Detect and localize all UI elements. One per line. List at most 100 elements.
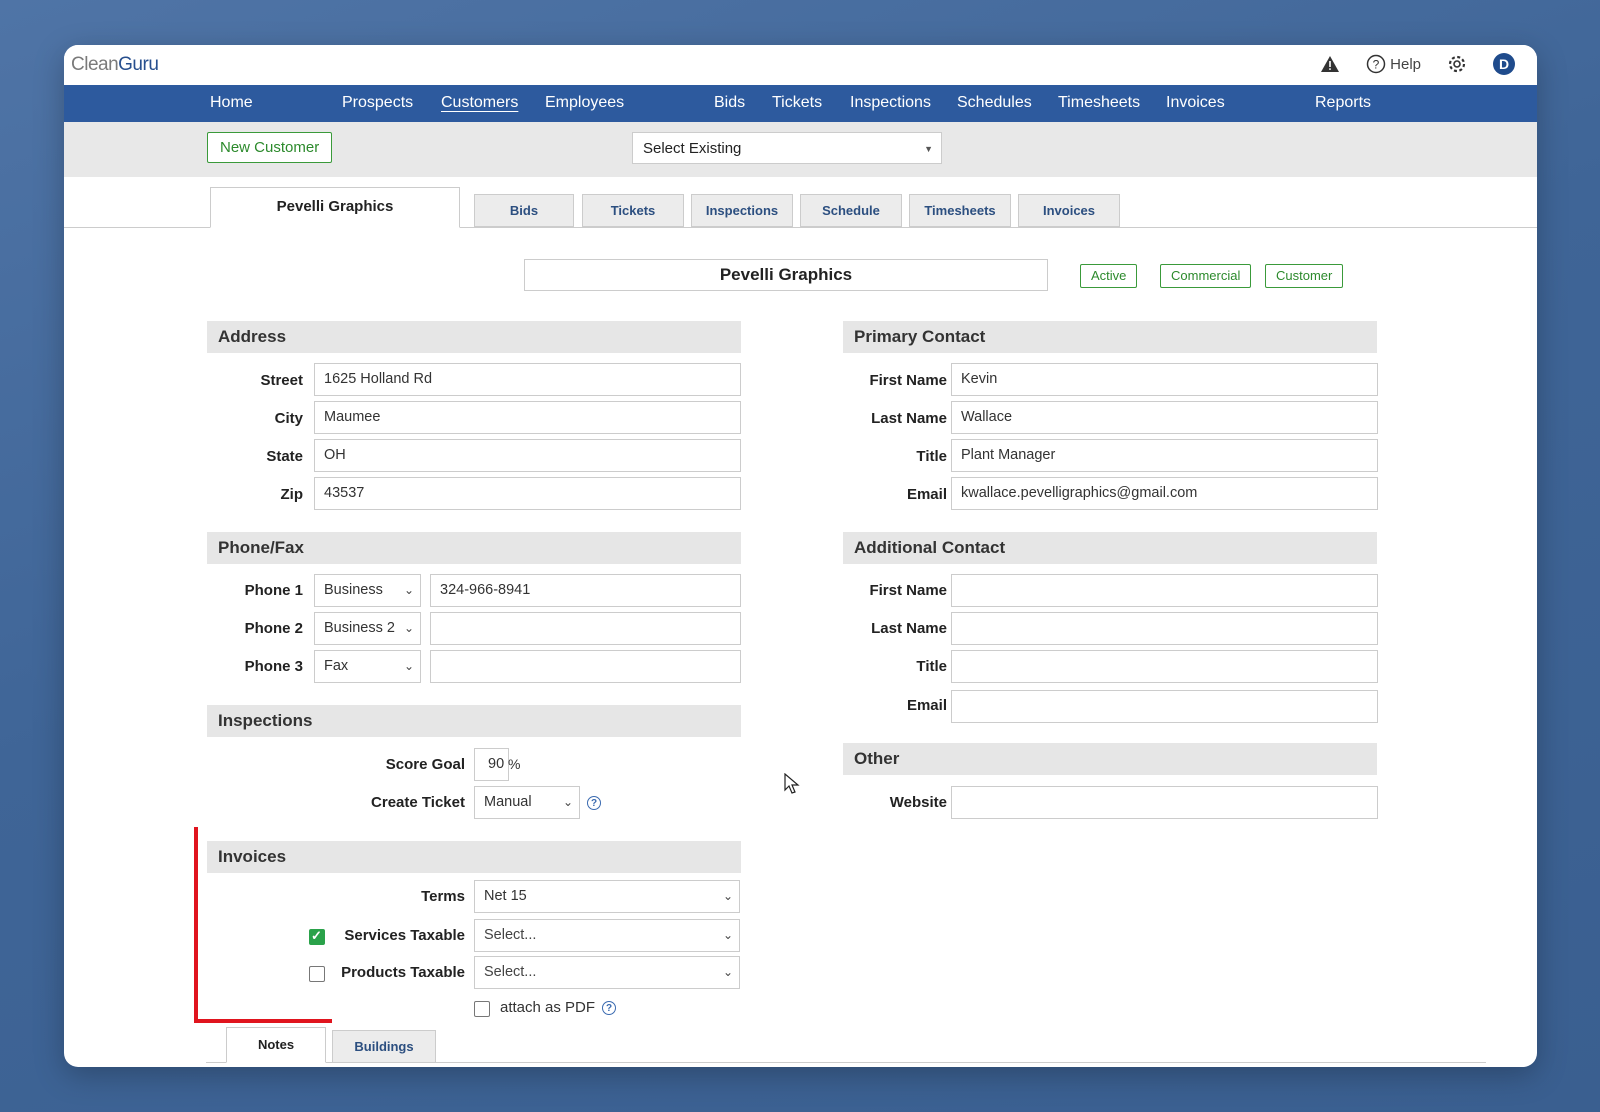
nav-invoices[interactable]: Invoices xyxy=(1166,94,1225,112)
terms-value: Net 15 xyxy=(484,888,527,904)
phone2-type-value: Business 2 xyxy=(324,620,395,636)
mouse-cursor-icon xyxy=(784,772,800,800)
chevron-down-icon: ⌄ xyxy=(403,659,414,673)
phone2-field[interactable] xyxy=(430,612,741,645)
user-avatar[interactable]: D xyxy=(1493,53,1515,75)
phone1-type-select[interactable]: Business ⌄ xyxy=(314,574,421,607)
website-field[interactable] xyxy=(951,786,1378,819)
products-taxable-checkbox[interactable] xyxy=(309,966,325,982)
tab-timesheets[interactable]: Timesheets xyxy=(909,194,1011,227)
other-header: Other xyxy=(843,743,1377,775)
state-field[interactable]: OH xyxy=(314,439,741,472)
additional-title-label: Title xyxy=(916,658,947,675)
app-logo[interactable]: CleanGuru xyxy=(71,54,159,76)
chevron-down-icon: ⌄ xyxy=(722,928,733,942)
additional-first-name-field[interactable] xyxy=(951,574,1378,607)
percent-unit: % xyxy=(508,756,521,772)
nav-reports[interactable]: Reports xyxy=(1315,94,1371,112)
additional-contact-header: Additional Contact xyxy=(843,532,1377,564)
website-label: Website xyxy=(889,794,947,811)
inspections-header: Inspections xyxy=(207,705,741,737)
phone3-field[interactable] xyxy=(430,650,741,683)
phone3-type-select[interactable]: Fax ⌄ xyxy=(314,650,421,683)
phone3-type-value: Fax xyxy=(324,658,349,674)
nav-schedules[interactable]: Schedules xyxy=(957,94,1032,112)
tab-buildings[interactable]: Buildings xyxy=(332,1030,436,1063)
nav-timesheets[interactable]: Timesheets xyxy=(1058,94,1140,112)
nav-tickets[interactable]: Tickets xyxy=(772,94,822,112)
additional-first-name-label: First Name xyxy=(869,582,947,599)
customer-name-field[interactable]: Pevelli Graphics xyxy=(524,259,1048,291)
status-badge-commercial[interactable]: Commercial xyxy=(1160,264,1252,288)
tab-inspections[interactable]: Inspections xyxy=(691,194,793,227)
help-circle-icon[interactable]: ? xyxy=(587,796,601,810)
attach-pdf-checkbox[interactable] xyxy=(474,1001,490,1017)
help-button[interactable]: ? Help xyxy=(1366,54,1421,74)
primary-first-name-field[interactable]: Kevin xyxy=(951,363,1378,396)
alert-icon[interactable] xyxy=(1320,55,1340,73)
nav-prospects[interactable]: Prospects xyxy=(342,94,413,112)
services-taxable-value: Select... xyxy=(484,927,537,943)
score-goal-field[interactable]: 90 xyxy=(474,748,509,781)
chevron-down-icon: ⌄ xyxy=(403,621,414,635)
street-field[interactable]: 1625 Holland Rd xyxy=(314,363,741,396)
primary-last-name-field[interactable]: Wallace xyxy=(951,401,1378,434)
products-taxable-value: Select... xyxy=(484,964,537,980)
primary-email-field[interactable]: kwallace.pevelligraphics@gmail.com xyxy=(951,477,1378,510)
nav-employees[interactable]: Employees xyxy=(545,94,624,112)
phone2-label: Phone 2 xyxy=(244,620,303,637)
invoices-header: Invoices xyxy=(207,841,741,873)
services-taxable-select[interactable]: Select... ⌄ xyxy=(474,919,740,952)
app-window: CleanGuru ? Help D Home Prospects Custom… xyxy=(64,45,1537,1067)
phone3-label: Phone 3 xyxy=(244,658,303,675)
primary-title-field[interactable]: Plant Manager xyxy=(951,439,1378,472)
products-taxable-label: Products Taxable xyxy=(341,964,465,981)
primary-last-name-label: Last Name xyxy=(871,410,947,427)
additional-last-name-label: Last Name xyxy=(871,620,947,637)
create-ticket-value: Manual xyxy=(484,794,532,810)
terms-label: Terms xyxy=(421,888,465,905)
additional-last-name-field[interactable] xyxy=(951,612,1378,645)
chevron-down-icon: ⌄ xyxy=(722,889,733,903)
nav-customers[interactable]: Customers xyxy=(441,94,518,112)
tab-tickets[interactable]: Tickets xyxy=(582,194,684,227)
tab-bids[interactable]: Bids xyxy=(474,194,574,227)
phone1-field[interactable]: 324-966-8941 xyxy=(430,574,741,607)
zip-field[interactable]: 43537 xyxy=(314,477,741,510)
annotation-bracket-vertical xyxy=(194,827,198,1023)
tab-invoices[interactable]: Invoices xyxy=(1018,194,1120,227)
help-circle-icon[interactable]: ? xyxy=(602,1001,616,1015)
phone2-type-select[interactable]: Business 2 ⌄ xyxy=(314,612,421,645)
select-existing-label: Select Existing xyxy=(643,140,742,157)
nav-bids[interactable]: Bids xyxy=(714,94,745,112)
action-bar: New Customer Select Existing ▼ xyxy=(64,122,1537,177)
services-taxable-checkbox[interactable] xyxy=(309,928,325,945)
additional-email-label: Email xyxy=(906,697,947,714)
terms-select[interactable]: Net 15 ⌄ xyxy=(474,880,740,913)
svg-text:?: ? xyxy=(1373,58,1380,72)
caret-down-icon: ▼ xyxy=(924,144,933,154)
nav-inspections[interactable]: Inspections xyxy=(850,94,931,112)
attach-pdf-label: attach as PDF xyxy=(500,999,596,1016)
tab-schedule[interactable]: Schedule xyxy=(800,194,902,227)
new-customer-button[interactable]: New Customer xyxy=(207,132,333,163)
tab-customer-details[interactable]: Pevelli Graphics xyxy=(210,187,460,228)
additional-title-field[interactable] xyxy=(951,650,1378,683)
chevron-down-icon: ⌄ xyxy=(562,795,573,809)
main-nav: Home Prospects Customers Employees Bids … xyxy=(64,85,1537,122)
select-existing-dropdown[interactable]: Select Existing ▼ xyxy=(632,132,942,164)
gear-icon[interactable] xyxy=(1447,54,1467,74)
nav-home[interactable]: Home xyxy=(210,94,253,112)
status-badge-customer[interactable]: Customer xyxy=(1265,264,1344,288)
city-field[interactable]: Maumee xyxy=(314,401,741,434)
additional-email-field[interactable] xyxy=(951,690,1378,723)
phone1-label: Phone 1 xyxy=(244,582,303,599)
street-label: Street xyxy=(260,372,303,389)
tab-notes[interactable]: Notes xyxy=(226,1027,326,1063)
products-taxable-select[interactable]: Select... ⌄ xyxy=(474,956,740,989)
primary-first-name-label: First Name xyxy=(869,372,947,389)
logo-clean: Clean xyxy=(71,54,119,75)
create-ticket-select[interactable]: Manual ⌄ xyxy=(474,786,580,819)
address-header: Address xyxy=(207,321,741,353)
status-badge-active[interactable]: Active xyxy=(1080,264,1138,288)
